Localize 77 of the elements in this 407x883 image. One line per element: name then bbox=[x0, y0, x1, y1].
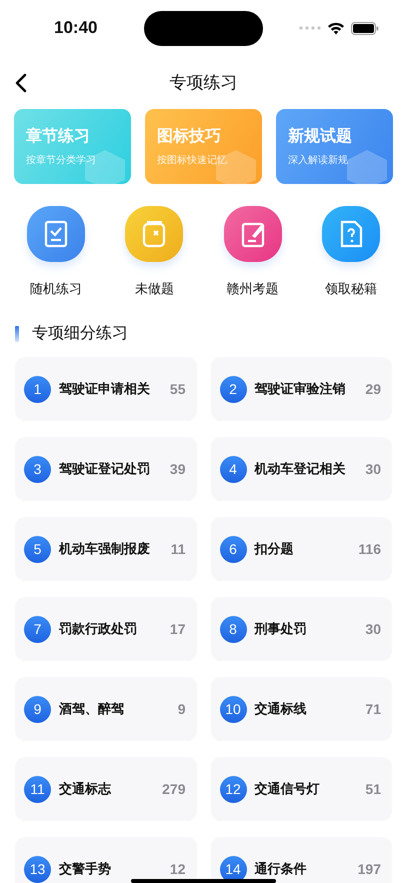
topic-item[interactable]: 14 通行条件 197 bbox=[210, 837, 392, 883]
question-count: 17 bbox=[170, 621, 186, 637]
question-count: 30 bbox=[365, 461, 381, 477]
topic-number: 6 bbox=[220, 536, 246, 562]
topic-name: 机动车登记相关 bbox=[254, 460, 346, 478]
topic-name: 交通信号灯 bbox=[254, 780, 320, 798]
shortcut-icon[interactable] bbox=[125, 206, 184, 262]
shortcut-label: 随机练习 bbox=[30, 281, 82, 298]
battery-icon bbox=[351, 22, 379, 34]
card-subtitle: 按章节分类学习 bbox=[26, 154, 97, 167]
question-count: 30 bbox=[365, 621, 381, 637]
topic-item[interactable]: 1 驾驶证申请相关 55 bbox=[15, 357, 196, 421]
topic-name: 通行条件 bbox=[254, 861, 308, 878]
topic-item[interactable]: 12 交通信号灯 51 bbox=[210, 757, 392, 821]
topic-number: 8 bbox=[220, 616, 246, 642]
topic-item[interactable]: 4 机动车登记相关 30 bbox=[210, 437, 392, 501]
topic-number: 10 bbox=[220, 696, 246, 722]
topic-name: 交通标线 bbox=[254, 700, 308, 718]
topic-name: 交警手势 bbox=[59, 860, 112, 878]
topic-name: 机动车强制报废 bbox=[59, 540, 151, 558]
topic-name: 酒驾、醉驾 bbox=[59, 700, 125, 718]
status-time: 10:40 bbox=[54, 18, 98, 38]
question-count: 39 bbox=[170, 461, 186, 477]
question-count: 12 bbox=[170, 861, 186, 877]
topic-name: 交通标志 bbox=[59, 780, 112, 798]
page-title: 专项练习 bbox=[170, 72, 238, 94]
topic-item[interactable]: 5 机动车强制报废 11 bbox=[15, 517, 196, 581]
topic-number: 9 bbox=[24, 696, 51, 722]
topic-number: 1 bbox=[24, 376, 51, 402]
card-title: 章节练习 bbox=[26, 126, 91, 146]
section-marker bbox=[15, 326, 19, 342]
topic-number: 11 bbox=[24, 776, 51, 802]
shortcut-label: 未做题 bbox=[134, 281, 174, 298]
card-subtitle: 按图标快速记忆 bbox=[157, 154, 228, 167]
card-title: 图标技巧 bbox=[157, 126, 222, 146]
question-count: 51 bbox=[365, 781, 381, 797]
topic-name: 罚款行政处罚 bbox=[59, 621, 138, 638]
topic-item[interactable]: 9 酒驾、醉驾 9 bbox=[15, 677, 196, 741]
back-icon[interactable] bbox=[15, 73, 27, 93]
topic-item[interactable]: 13 交警手势 12 bbox=[15, 837, 196, 883]
shortcut-icon[interactable] bbox=[322, 206, 380, 262]
topic-number: 5 bbox=[24, 536, 51, 562]
question-count: 55 bbox=[170, 381, 186, 397]
topic-number: 13 bbox=[24, 856, 51, 882]
topic-item[interactable]: 7 罚款行政处罚 17 bbox=[15, 597, 196, 661]
card-title: 新规试题 bbox=[288, 126, 353, 146]
topic-item[interactable]: 2 驾驶证审验注销 29 bbox=[210, 357, 392, 421]
topic-item[interactable]: 8 刑事处罚 30 bbox=[210, 597, 392, 661]
topic-name: 驾驶证登记处罚 bbox=[59, 461, 151, 478]
question-count: 11 bbox=[170, 541, 186, 557]
shortcut-label: 赣州考题 bbox=[226, 281, 279, 298]
question-count: 116 bbox=[358, 541, 381, 557]
topic-number: 2 bbox=[220, 376, 246, 402]
topic-number: 4 bbox=[220, 456, 246, 482]
topic-item[interactable]: 10 交通标线 71 bbox=[210, 677, 392, 741]
question-count: 197 bbox=[358, 861, 381, 877]
question-count: 71 bbox=[365, 701, 381, 717]
question-count: 9 bbox=[178, 701, 186, 717]
question-count: 279 bbox=[162, 781, 186, 797]
shortcut-icon[interactable] bbox=[27, 206, 85, 262]
topic-name: 扣分题 bbox=[254, 541, 294, 558]
topic-number: 7 bbox=[24, 616, 51, 642]
shortcut-icon[interactable] bbox=[224, 206, 282, 262]
topic-item[interactable]: 3 驾驶证登记处罚 39 bbox=[15, 437, 196, 501]
topic-number: 12 bbox=[220, 776, 246, 802]
question-count: 29 bbox=[365, 381, 381, 397]
topic-name: 刑事处罚 bbox=[254, 621, 308, 638]
signal-icon bbox=[299, 26, 321, 30]
shortcut-label: 领取秘籍 bbox=[324, 281, 377, 298]
topic-item[interactable]: 11 交通标志 279 bbox=[15, 757, 196, 821]
topic-name: 驾驶证审验注销 bbox=[254, 380, 346, 398]
card-subtitle: 深入解读新规 bbox=[288, 154, 349, 167]
wifi-icon bbox=[327, 22, 345, 34]
topic-item[interactable]: 6 扣分题 116 bbox=[210, 517, 392, 581]
topic-number: 3 bbox=[24, 456, 51, 482]
topic-name: 驾驶证申请相关 bbox=[59, 380, 151, 398]
section-title: 专项细分练习 bbox=[32, 323, 128, 344]
